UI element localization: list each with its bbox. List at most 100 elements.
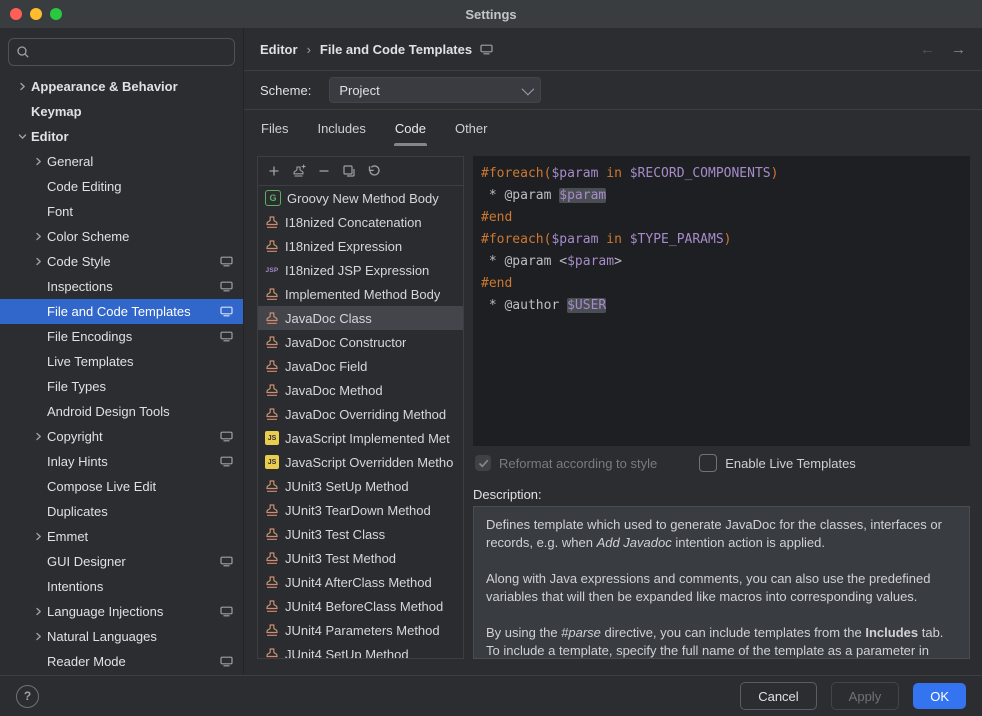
chevron-down-icon[interactable] [14,129,31,145]
sidebar-item-label: Language Injections [47,604,163,619]
remove-template-button[interactable] [315,162,333,180]
template-item-javadoc-class[interactable]: JavaDoc Class [258,306,463,330]
sidebar-item-label: Reader Mode [47,654,126,669]
settings-search[interactable] [8,38,235,66]
copy-template-button[interactable] [340,162,358,180]
template-item-i18nized-jsp-expression[interactable]: JSPI18nized JSP Expression [258,258,463,282]
sidebar-item-editor[interactable]: Editor [0,124,243,149]
javascript-file-icon: JS [265,431,279,445]
tab-files[interactable]: Files [260,110,289,146]
zoom-button[interactable] [50,8,62,20]
template-item-javadoc-method[interactable]: JavaDoc Method [258,378,463,402]
template-item-implemented-method-body[interactable]: Implemented Method Body [258,282,463,306]
template-item-groovy-new-method-body[interactable]: GGroovy New Method Body [258,186,463,210]
sidebar-item-appearance-behavior[interactable]: Appearance & Behavior [0,74,243,99]
sidebar-item-code-editing[interactable]: Code Editing [0,174,243,199]
template-item-javadoc-field[interactable]: JavaDoc Field [258,354,463,378]
close-button[interactable] [10,8,22,20]
sidebar-item-duplicates[interactable]: Duplicates [0,499,243,524]
sidebar-item-emmet[interactable]: Emmet [0,524,243,549]
sidebar-item-general[interactable]: General [0,149,243,174]
description-box[interactable]: Defines template which used to generate … [473,506,970,659]
sidebar-item-color-scheme[interactable]: Color Scheme [0,224,243,249]
sidebar-item-intentions[interactable]: Intentions [0,574,243,599]
sidebar-item-inspections[interactable]: Inspections [0,274,243,299]
sidebar-item-label: Inlay Hints [47,454,108,469]
scheme-value: Project [339,83,522,98]
back-arrow-icon[interactable]: ← [920,41,935,58]
stamp-plus-icon [291,163,307,179]
template-item-i18nized-expression[interactable]: I18nized Expression [258,234,463,258]
sidebar-item-file-and-code-templates[interactable]: File and Code Templates [0,299,243,324]
chevron-right-icon[interactable] [30,604,47,620]
reset-template-button[interactable] [365,162,383,180]
chevron-right-icon[interactable] [30,629,47,645]
template-item-javadoc-overriding-method[interactable]: JavaDoc Overriding Method [258,402,463,426]
tab-includes[interactable]: Includes [316,110,366,146]
chevron-right-icon[interactable] [30,529,47,545]
sidebar-item-file-types[interactable]: File Types [0,374,243,399]
template-editor[interactable]: #foreach($param in $RECORD_COMPONENTS) *… [473,156,970,446]
code-line: #foreach($param in $TYPE_PARAMS) [481,229,962,251]
breadcrumb-separator: › [307,42,311,57]
tab-code[interactable]: Code [394,110,427,146]
template-item-junit3-test-class[interactable]: JUnit3 Test Class [258,522,463,546]
ok-button[interactable]: OK [913,683,966,709]
tab-other[interactable]: Other [454,110,489,146]
apply-button[interactable]: Apply [831,682,900,710]
chevron-right-icon[interactable] [30,429,47,445]
enable-live-templates-checkbox[interactable]: Enable Live Templates [699,454,856,472]
sidebar-item-live-templates[interactable]: Live Templates [0,349,243,374]
template-item-javascript-implemented-met[interactable]: JSJavaScript Implemented Met [258,426,463,450]
sidebar-item-natural-languages[interactable]: Natural Languages [0,624,243,649]
template-item-junit4-beforeclass-method[interactable]: JUnit4 BeforeClass Method [258,594,463,618]
minimize-button[interactable] [30,8,42,20]
add-template-button[interactable] [265,162,283,180]
template-item-junit3-teardown-method[interactable]: JUnit3 TearDown Method [258,498,463,522]
template-item-i18nized-concatenation[interactable]: I18nized Concatenation [258,210,463,234]
sidebar-item-code-style[interactable]: Code Style [0,249,243,274]
sidebar-item-reader-mode[interactable]: Reader Mode [0,649,243,674]
code-line: * @param $param [481,185,962,207]
sidebar-item-compose-live-edit[interactable]: Compose Live Edit [0,474,243,499]
chevron-right-icon[interactable] [30,229,47,245]
sidebar-item-keymap[interactable]: Keymap [0,99,243,124]
search-input[interactable] [36,44,227,61]
template-item-junit4-setup-method[interactable]: JUnit4 SetUp Method [258,642,463,658]
help-button[interactable]: ? [16,685,39,708]
forward-arrow-icon[interactable]: → [951,41,966,58]
settings-window: Settings Appearance & BehaviorKeymapEdit… [0,0,982,716]
chevron-right-icon[interactable] [30,254,47,270]
description-label: Description: [473,480,970,506]
template-item-javascript-overridden-metho[interactable]: JS JavaScript Overridden Metho [258,450,463,474]
template-item-junit4-parameters-method[interactable]: JUnit4 Parameters Method [258,618,463,642]
sidebar-item-file-encodings[interactable]: File Encodings [0,324,243,349]
sidebar-item-android-design-tools[interactable]: Android Design Tools [0,399,243,424]
template-item-junit3-test-method[interactable]: JUnit3 Test Method [258,546,463,570]
settings-scope-icon [220,456,233,467]
sidebar-item-copyright[interactable]: Copyright [0,424,243,449]
chevron-right-icon[interactable] [30,154,47,170]
template-item-junit4-afterclass-method[interactable]: JUnit4 AfterClass Method [258,570,463,594]
template-item-junit3-setup-method[interactable]: JUnit3 SetUp Method [258,474,463,498]
breadcrumb-parent[interactable]: Editor [260,42,298,57]
sidebar-item-inlay-hints[interactable]: Inlay Hints [0,449,243,474]
template-item-javadoc-constructor[interactable]: JavaDoc Constructor [258,330,463,354]
sidebar-item-gui-designer[interactable]: GUI Designer [0,549,243,574]
javascript-file-icon: JS [265,455,279,469]
file-template-icon [265,359,279,373]
chevron-placeholder [30,379,47,395]
sidebar-item-language-injections[interactable]: Language Injections [0,599,243,624]
template-item-label: JavaScript Overridden Metho [285,455,453,470]
chevron-right-icon[interactable] [14,79,31,95]
sidebar-item-label: File and Code Templates [47,304,191,319]
sidebar-item-font[interactable]: Font [0,199,243,224]
chevron-placeholder [14,104,31,120]
cancel-button[interactable]: Cancel [740,682,816,710]
sidebar-item-label: Emmet [47,529,88,544]
add-child-template-button[interactable] [290,162,308,180]
template-list-toolbar [258,157,463,186]
sidebar-item-label: Natural Languages [47,629,157,644]
reformat-checkbox[interactable]: Reformat according to style [475,455,657,471]
scheme-dropdown[interactable]: Project [329,77,541,103]
